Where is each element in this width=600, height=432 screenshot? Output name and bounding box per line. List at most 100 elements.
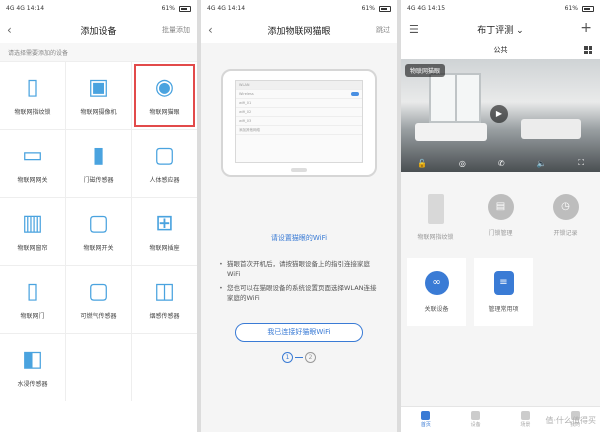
snapshot-icon[interactable]: ◎ bbox=[459, 159, 466, 168]
battery-label: 61% bbox=[361, 5, 375, 12]
back-icon[interactable]: ‹ bbox=[7, 23, 12, 37]
room-label: 公共 bbox=[493, 46, 508, 54]
page-title: 添加物联网猫眼 bbox=[267, 26, 331, 37]
wifi-row: wifi_03 bbox=[236, 117, 362, 126]
status-right: 61% bbox=[162, 5, 191, 12]
device-option[interactable]: ◫ 烟感传感器 bbox=[132, 266, 197, 333]
status-left: 4G 4G 14:15 bbox=[407, 5, 446, 12]
motion-sensor-icon: ▢ bbox=[154, 143, 175, 168]
device-option[interactable]: ▯ 物联网门 bbox=[0, 266, 65, 333]
call-icon[interactable]: ✆ bbox=[498, 159, 505, 168]
scenes-icon bbox=[520, 411, 530, 420]
room-bar: 公共 bbox=[401, 41, 600, 59]
battery-label: 61% bbox=[161, 5, 175, 12]
set-wifi-link[interactable]: 请设置猫眼的WiFi bbox=[201, 233, 397, 243]
tip-item: 您也可以在猫眼设备的系统设置页面选择WLAN连接家庭的WiFi bbox=[219, 283, 381, 303]
home-title[interactable]: 布丁评测 ⌄ bbox=[477, 23, 523, 36]
empty-cell bbox=[66, 334, 131, 401]
device-option[interactable]: ◧ 水浸传感器 bbox=[0, 334, 65, 401]
batch-add-button[interactable]: 批量添加 bbox=[162, 25, 190, 35]
door-sensor-icon: ▮ bbox=[92, 143, 105, 168]
step-2: 2 bbox=[305, 352, 316, 363]
device-option[interactable]: ▣ 物联网摄像机 bbox=[66, 62, 131, 129]
step-line bbox=[295, 357, 303, 358]
hint-text: 请选择需要添加的设备 bbox=[0, 43, 197, 61]
smoke-sensor-icon: ◫ bbox=[154, 279, 175, 304]
device-label: 物联网网关 bbox=[17, 177, 48, 184]
device-option[interactable]: ▢ 可燃气传感器 bbox=[66, 266, 131, 333]
lock-status-icon[interactable]: 🔓 bbox=[417, 159, 427, 168]
add-device-screen: 4G 4G 14:14 61% ‹ 添加设备 批量添加 请选择需要添加的设备 ▯… bbox=[0, 0, 197, 432]
nav-bar: ☰ 布丁评测 ⌄ + bbox=[401, 17, 600, 41]
tips-list: 猫眼首次开机后，请按猫眼设备上的指引连接家庭WiFi 您也可以在猫眼设备的系统设… bbox=[219, 259, 381, 303]
fingerprint-lock-icon: ▯ bbox=[26, 75, 39, 100]
lock-functions: 物联网指纹锁 ▤ 门锁管理 ◷ 开锁记录 bbox=[401, 172, 600, 250]
home-button-icon bbox=[291, 168, 307, 172]
socket-icon: ⊞ bbox=[155, 211, 174, 236]
linked-devices-card[interactable]: ∞ 关联设备 bbox=[407, 258, 466, 326]
tab-devices[interactable]: 设备 bbox=[471, 411, 481, 428]
status-left: 4G 4G 14:14 bbox=[207, 5, 246, 12]
menu-icon[interactable]: ☰ bbox=[409, 23, 419, 36]
status-left: 4G 4G 14:14 bbox=[6, 5, 45, 12]
devices-icon bbox=[471, 411, 481, 420]
sofa-image bbox=[415, 123, 487, 141]
device-option[interactable]: ▯ 物联网指纹锁 bbox=[0, 62, 65, 129]
wlan-settings-screen: WLAN Wireless wifi_01 wifi_02 wifi_03 添加… bbox=[235, 80, 363, 163]
device-label: 物联网猫眼 bbox=[149, 109, 180, 116]
nav-bar: ‹ 添加设备 批量添加 bbox=[0, 17, 197, 43]
camera-icon: ▣ bbox=[88, 75, 109, 100]
device-label: 物联网门 bbox=[20, 313, 45, 320]
clock-icon: ◷ bbox=[552, 194, 579, 220]
device-label: 物联网开关 bbox=[83, 245, 114, 252]
step-1: 1 bbox=[282, 352, 293, 363]
chevron-down-icon: ⌄ bbox=[516, 25, 524, 36]
battery-label: 61% bbox=[564, 5, 578, 12]
device-label: 门磁传感器 bbox=[83, 177, 114, 184]
unlock-record-item[interactable]: ◷ 开锁记录 bbox=[537, 194, 594, 250]
tab-scenes[interactable]: 场景 bbox=[520, 411, 530, 428]
lock-manage-item[interactable]: ▤ 门锁管理 bbox=[472, 194, 529, 250]
battery-icon bbox=[179, 5, 191, 12]
shortcut-cards: ∞ 关联设备 ≡ 管理常用项 bbox=[401, 250, 600, 326]
tab-home[interactable]: 首页 bbox=[421, 411, 431, 428]
device-option[interactable]: ▢ 物联网开关 bbox=[66, 198, 131, 265]
wifi-row: wifi_02 bbox=[236, 108, 362, 117]
device-option[interactable]: ▥ 物联网窗帘 bbox=[0, 198, 65, 265]
tip-item: 猫眼首次开机后，请按猫眼设备上的指引连接家庭WiFi bbox=[219, 259, 381, 279]
add-peephole-screen: 4G 4G 14:14 61% ‹ 添加物联网猫眼 跳过 WLAN Wirele… bbox=[201, 0, 397, 432]
device-option[interactable]: ▢ 人体感应器 bbox=[132, 130, 197, 197]
status-right: 61% bbox=[565, 5, 594, 12]
page-title: 添加设备 bbox=[80, 26, 117, 37]
device-label: 人体感应器 bbox=[149, 177, 180, 184]
speaker-icon[interactable]: 🔈 bbox=[536, 159, 546, 168]
link-icon: ∞ bbox=[424, 271, 449, 295]
device-option[interactable]: ◉ 物联网猫眼 bbox=[132, 62, 197, 129]
device-option[interactable]: ▮ 门磁传感器 bbox=[66, 130, 131, 197]
camera-tag: 物联网猫眼 bbox=[405, 64, 446, 77]
empty-cell bbox=[132, 334, 197, 401]
fingerprint-lock-item[interactable]: 物联网指纹锁 bbox=[407, 194, 464, 250]
lock-icon bbox=[427, 194, 444, 224]
water-sensor-icon: ◧ bbox=[22, 347, 43, 372]
sofa-image bbox=[521, 119, 581, 139]
fullscreen-icon[interactable]: ⛶ bbox=[578, 158, 584, 168]
add-icon[interactable]: + bbox=[580, 20, 592, 36]
status-bar: 4G 4G 14:14 61% bbox=[201, 0, 397, 17]
camera-preview[interactable]: 物联网猫眼 ▶ 🔓 ◎ ✆ 🔈 ⛶ bbox=[401, 59, 600, 172]
window-image bbox=[429, 73, 481, 123]
device-option[interactable]: ⊞ 物联网插座 bbox=[132, 198, 197, 265]
device-label: 物联网窗帘 bbox=[17, 245, 48, 252]
manage-items-card[interactable]: ≡ 管理常用项 bbox=[474, 258, 533, 326]
grid-view-icon[interactable] bbox=[584, 46, 592, 54]
status-right: 61% bbox=[362, 5, 391, 12]
back-icon[interactable]: ‹ bbox=[208, 23, 213, 37]
wlan-header: WLAN bbox=[236, 81, 362, 90]
wifi-row: wifi_01 bbox=[236, 99, 362, 108]
wifi-row: 添加其他网络 bbox=[236, 126, 362, 135]
skip-button[interactable]: 跳过 bbox=[376, 25, 390, 35]
play-icon[interactable]: ▶ bbox=[490, 105, 508, 123]
wifi-connected-button[interactable]: 我已连接好猫眼WiFi bbox=[235, 323, 363, 342]
device-option[interactable]: ▭ 物联网网关 bbox=[0, 130, 65, 197]
nav-bar: ‹ 添加物联网猫眼 跳过 bbox=[201, 17, 397, 43]
